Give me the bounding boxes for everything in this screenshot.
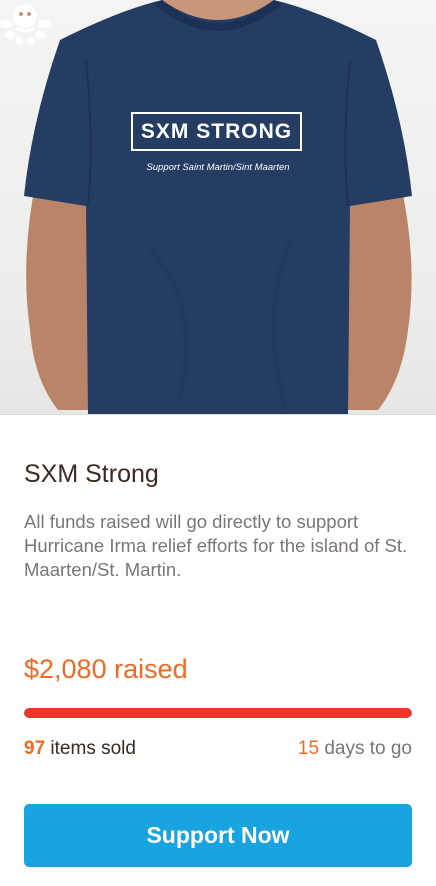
support-now-button[interactable]: Support Now (24, 804, 412, 867)
campaign-title[interactable]: SXM Strong (24, 460, 159, 489)
tshirt-illustration (24, 0, 412, 415)
raised-label: raised (106, 654, 188, 684)
days-remaining-count: 15 (297, 738, 320, 759)
funding-progress-fill (24, 708, 412, 718)
raised-amount: $2,080 raised (24, 654, 188, 685)
items-sold: 97 items sold (24, 738, 136, 760)
days-remaining: 15 days to go (298, 738, 412, 760)
campaign-stats: 97 items sold 15 days to go (24, 738, 412, 764)
items-sold-count: 97 (24, 738, 46, 759)
product-image[interactable]: SXM STRONG Support Saint Martin/Sint Maa… (0, 0, 436, 415)
campaign-card: SXM STRONG Support Saint Martin/Sint Maa… (0, 0, 436, 886)
items-sold-label: items sold (45, 738, 136, 759)
campaign-description: All funds raised will go directly to sup… (24, 511, 408, 580)
funding-progress-bar (24, 708, 412, 718)
divider (0, 414, 436, 415)
shirt-tagline-text: Support Saint Martin/Sint Maarten (146, 162, 290, 173)
raised-value: $2,080 (24, 654, 107, 684)
shirt-logo-text: SXM STRONG (131, 112, 302, 151)
sun-octopus-logo-icon (0, 4, 50, 45)
days-remaining-label: days to go (319, 738, 412, 759)
